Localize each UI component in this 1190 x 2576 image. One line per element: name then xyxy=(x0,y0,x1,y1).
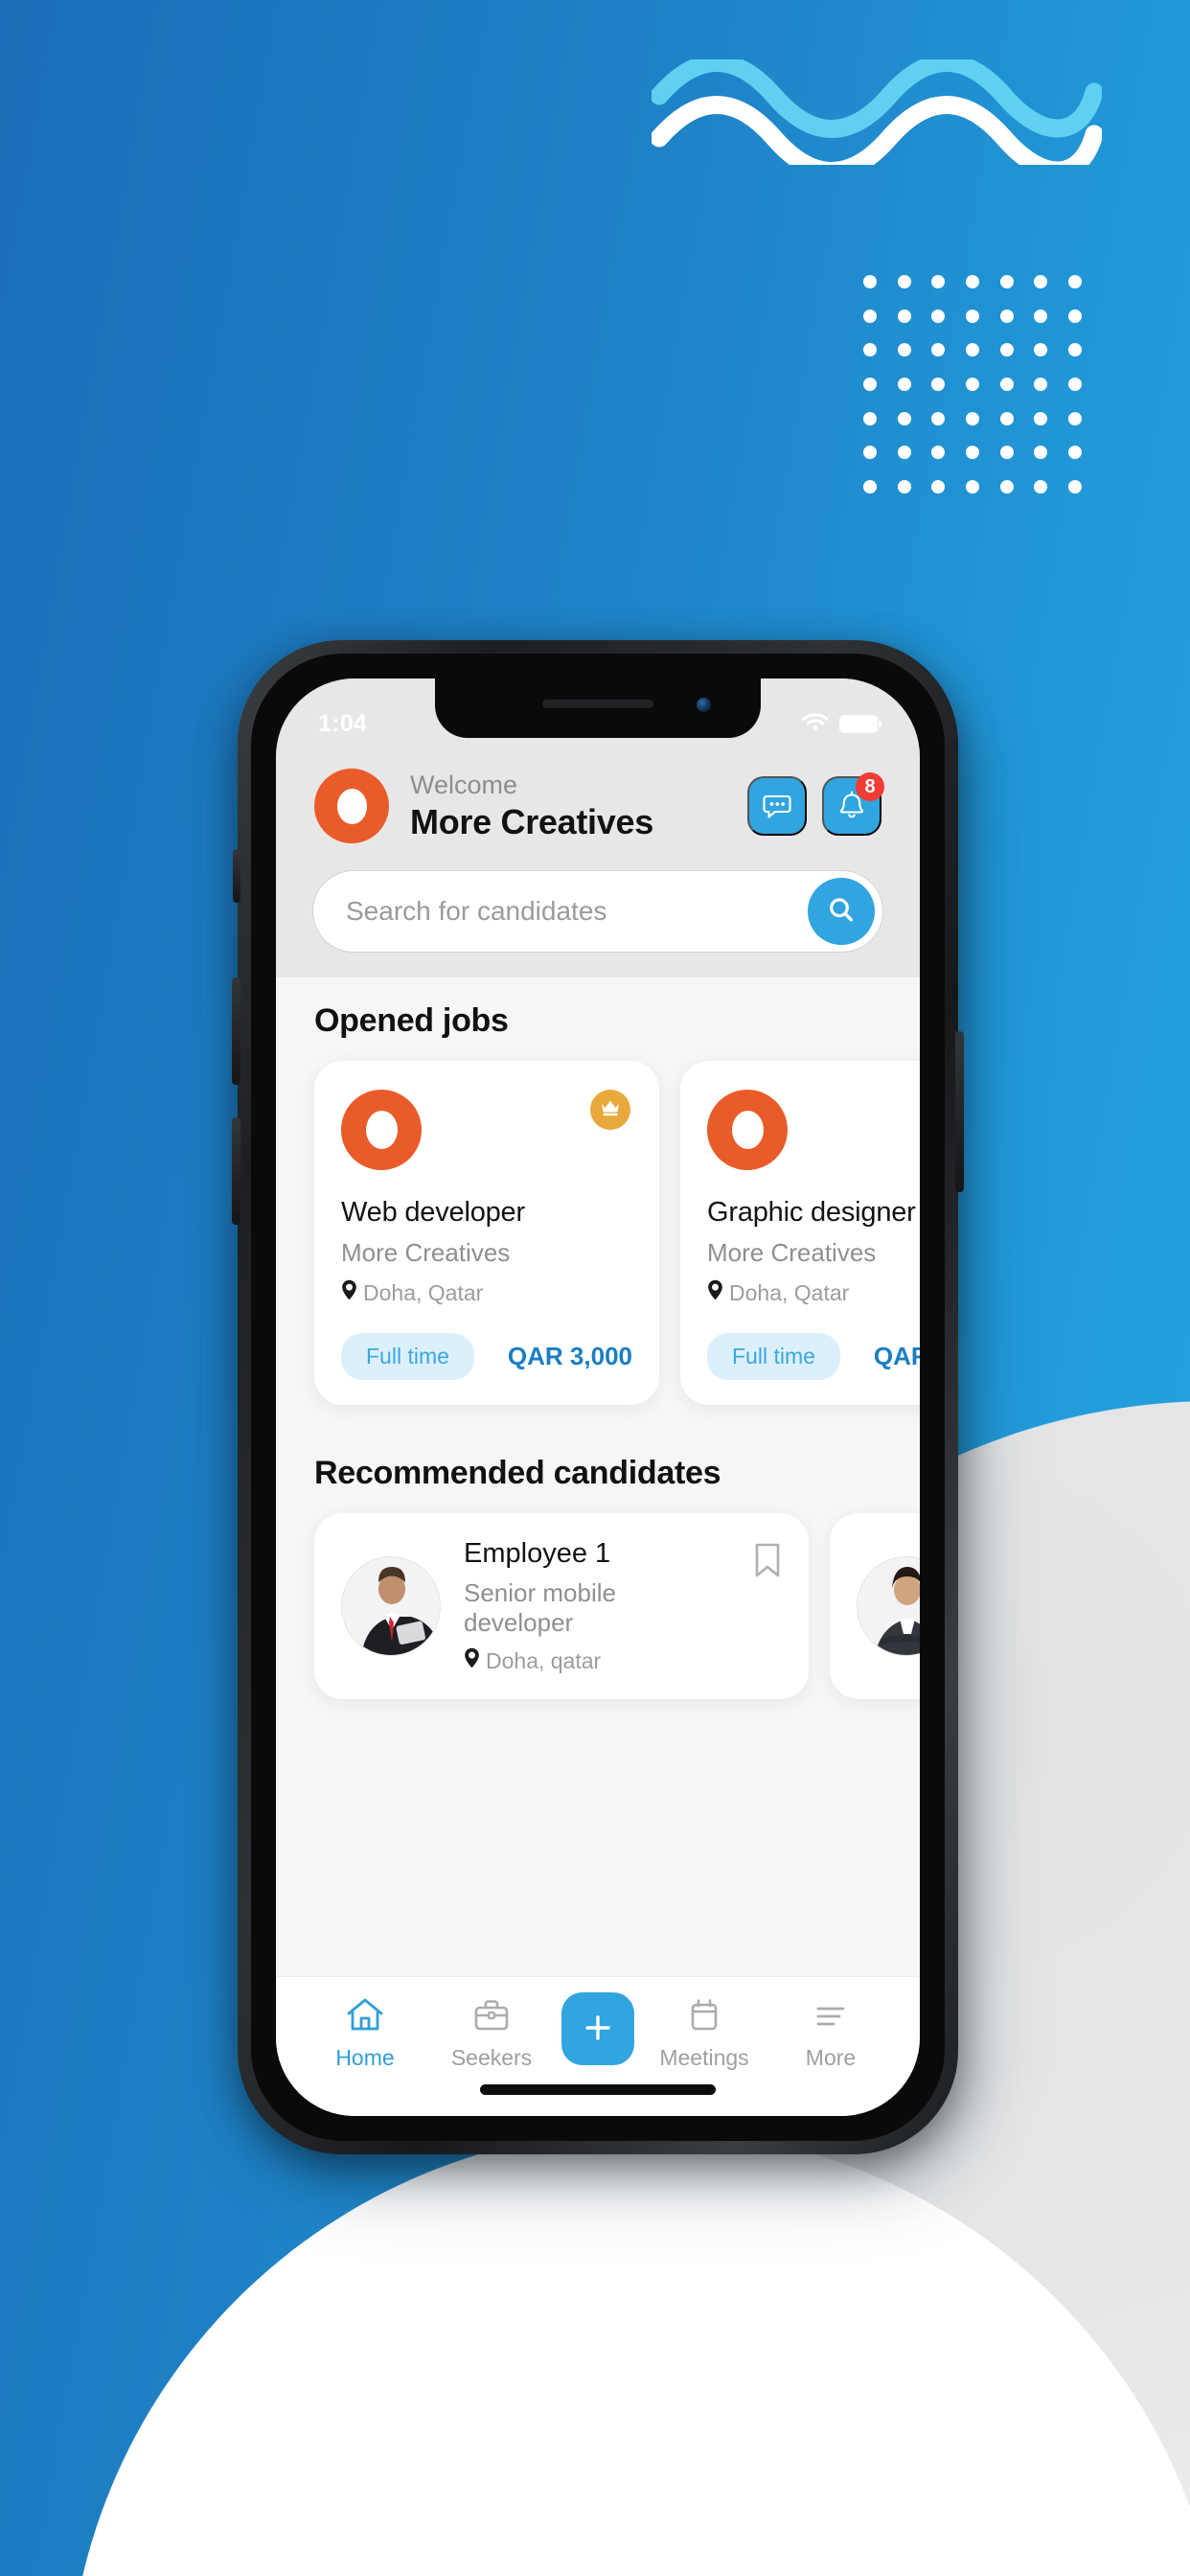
job-location: Doha, Qatar xyxy=(707,1279,920,1306)
job-title: Graphic designer xyxy=(707,1197,916,1228)
company-name: More Creatives xyxy=(410,802,653,842)
phone-screen: 1:04 Welcome More Creatives 8 Search for… xyxy=(276,678,920,2116)
nav-item-more[interactable]: More xyxy=(774,1996,887,2071)
job-title: Web developer xyxy=(341,1197,525,1228)
job-type-chip: Full time xyxy=(341,1333,474,1380)
welcome-label: Welcome xyxy=(410,770,518,799)
job-card[interactable]: Web developer More Creatives Doha, Qatar xyxy=(314,1061,659,1405)
job-location: Doha, Qatar xyxy=(341,1279,632,1306)
volume-down-button[interactable] xyxy=(232,1117,240,1225)
candidate-info: Employee 1 Senior mobile developer Doha,… xyxy=(464,1538,730,1674)
search-bar[interactable] xyxy=(312,870,883,953)
silent-switch[interactable] xyxy=(233,849,240,903)
job-logo-icon xyxy=(341,1090,422,1170)
search-section xyxy=(276,870,920,978)
header-actions: 8 xyxy=(747,772,884,836)
app-content: Opened jobs Web developer More Creatives… xyxy=(276,978,920,1976)
candidate-role: Senior mobile developer xyxy=(464,1578,616,1637)
job-type-chip: Full time xyxy=(707,1333,840,1380)
search-button[interactable] xyxy=(808,878,875,945)
job-footer: Full time QAR 3,000 xyxy=(341,1333,632,1380)
dot-grid-decoration xyxy=(853,264,1092,504)
wifi-icon xyxy=(801,711,830,737)
candidate-location: Doha, qatar xyxy=(464,1647,730,1674)
job-salary: QAR 2,500 xyxy=(873,1342,920,1370)
battery-icon xyxy=(839,714,881,733)
avatar-man-in-suit xyxy=(341,1556,441,1656)
front-camera-icon xyxy=(697,698,711,712)
job-footer: Full time QAR 2,500 xyxy=(707,1333,920,1380)
status-time: 1:04 xyxy=(318,709,368,737)
candidate-card[interactable]: Employee 1 Senior mobile developer Doha,… xyxy=(314,1513,809,1699)
featured-badge xyxy=(590,1090,630,1130)
home-indicator[interactable] xyxy=(276,2084,920,2116)
nav-label-more: More xyxy=(805,2045,857,2070)
phone-bezel: 1:04 Welcome More Creatives 8 Search for… xyxy=(251,654,945,2141)
job-company: More Creatives xyxy=(707,1238,877,1267)
bookmark-icon xyxy=(753,1543,782,1581)
brand-text: Welcome More Creatives xyxy=(410,770,747,843)
bottom-navigation: Home Seekers Meetings More xyxy=(276,1976,920,2084)
briefcase-icon xyxy=(471,1996,512,2037)
job-location-text: Doha, Qatar xyxy=(729,1279,850,1305)
nav-label-seekers: Seekers xyxy=(450,2045,533,2070)
map-pin-icon xyxy=(707,1279,723,1306)
home-icon xyxy=(345,1996,385,2037)
notifications-button[interactable]: 8 xyxy=(822,772,884,836)
candidate-location-text: Doha, qatar xyxy=(486,1647,602,1673)
nav-label-meetings: Meetings xyxy=(659,2045,749,2070)
opened-jobs-list[interactable]: Web developer More Creatives Doha, Qatar xyxy=(276,1061,920,1413)
phone-notch xyxy=(435,678,761,738)
search-icon xyxy=(825,894,858,930)
status-icons xyxy=(801,711,881,737)
phone-mockup: 1:04 Welcome More Creatives 8 Search for… xyxy=(232,640,970,2183)
candidate-name: Employee 1 xyxy=(464,1538,611,1569)
plus-icon xyxy=(581,2011,615,2048)
chat-bubble-icon xyxy=(761,789,793,824)
messages-button[interactable] xyxy=(747,776,807,836)
map-pin-icon xyxy=(341,1279,357,1306)
menu-lines-icon xyxy=(811,1996,851,2037)
recommended-candidates-title: Recommended candidates xyxy=(314,1455,721,1491)
job-location-text: Doha, Qatar xyxy=(363,1279,484,1305)
wave-decoration xyxy=(650,54,1104,180)
job-logo-icon xyxy=(707,1090,788,1170)
calendar-icon xyxy=(684,1996,724,2037)
opened-jobs-title: Opened jobs xyxy=(314,1002,509,1039)
earpiece-speaker xyxy=(542,700,653,708)
search-input[interactable] xyxy=(346,896,808,927)
nav-item-seekers[interactable]: Seekers xyxy=(435,1996,548,2071)
job-company: More Creatives xyxy=(341,1238,511,1267)
bookmark-button[interactable] xyxy=(753,1542,782,1581)
job-salary: QAR 3,000 xyxy=(507,1342,632,1370)
phone-frame: 1:04 Welcome More Creatives 8 Search for… xyxy=(232,640,964,2154)
avatar-woman-in-blazer xyxy=(857,1556,920,1656)
recommended-candidates-list[interactable]: Employee 1 Senior mobile developer Doha,… xyxy=(276,1513,920,1707)
brand-logo-icon xyxy=(314,769,389,843)
power-button[interactable] xyxy=(955,1031,964,1192)
job-card[interactable]: Graphic designer More Creatives Doha, Qa… xyxy=(680,1061,920,1405)
notification-badge: 8 xyxy=(856,772,884,801)
candidate-card[interactable] xyxy=(830,1513,920,1699)
map-pin-icon xyxy=(464,1647,480,1674)
app-header: Welcome More Creatives 8 xyxy=(276,751,920,870)
nav-item-meetings[interactable]: Meetings xyxy=(648,1996,761,2071)
crown-icon xyxy=(600,1098,621,1122)
nav-item-home[interactable]: Home xyxy=(309,1996,422,2071)
add-button[interactable] xyxy=(561,1992,634,2065)
nav-label-home: Home xyxy=(335,2045,395,2070)
volume-up-button[interactable] xyxy=(232,978,240,1085)
